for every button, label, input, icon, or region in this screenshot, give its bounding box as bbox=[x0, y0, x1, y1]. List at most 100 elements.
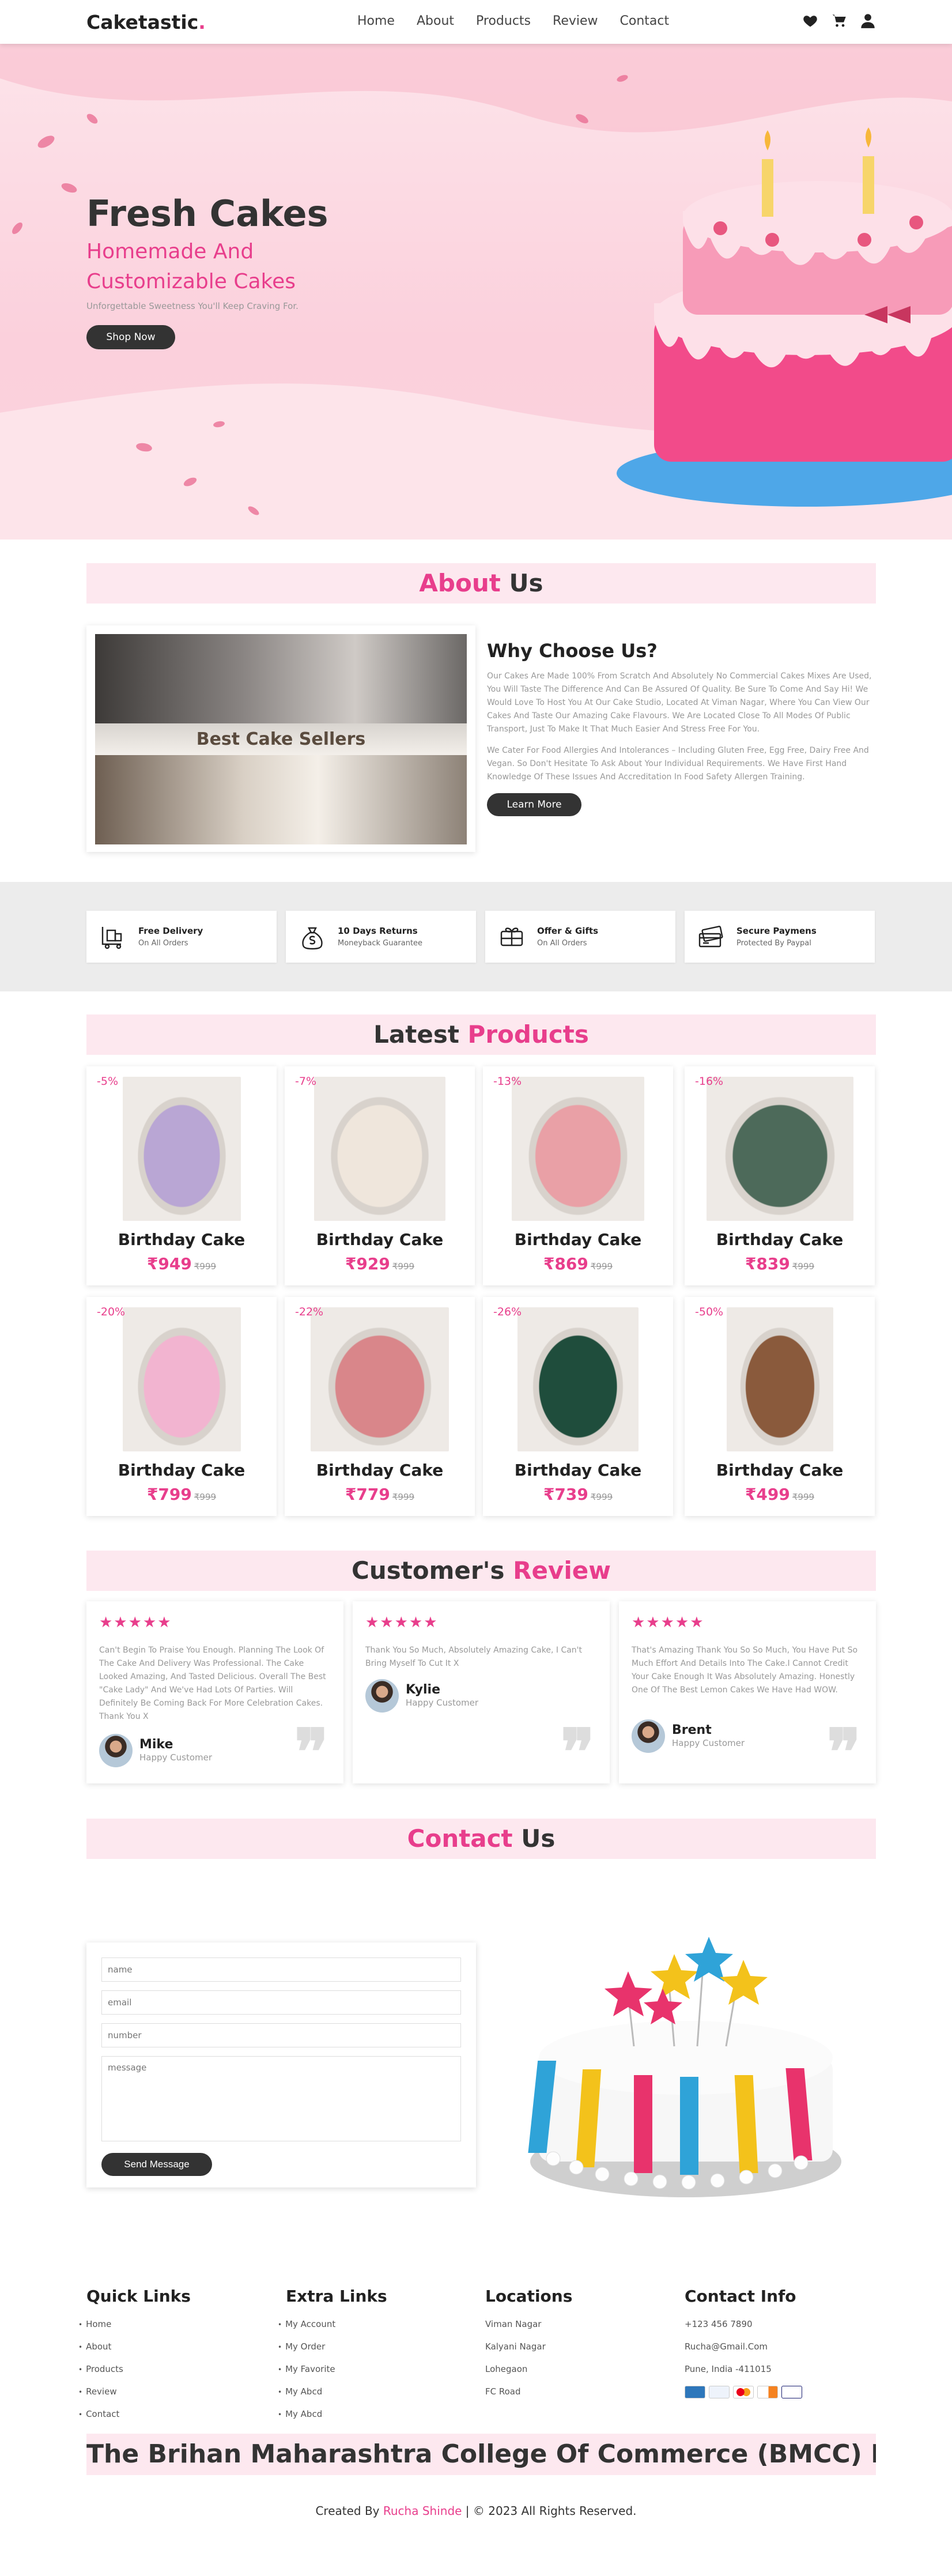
nav-review[interactable]: Review bbox=[553, 14, 598, 28]
author-link[interactable]: Rucha Shinde bbox=[383, 2504, 462, 2518]
reviewer-role: Happy Customer bbox=[406, 1698, 479, 1708]
nav-about[interactable]: About bbox=[417, 14, 454, 28]
amex-icon bbox=[685, 2386, 705, 2398]
product-price: ₹839 ₹999 bbox=[745, 1254, 815, 1273]
review-text: Thank You So Much, Absolutely Amazing Ca… bbox=[365, 1646, 583, 1668]
review-card-kylie: ★★★★★ Thank You So Much, Absolutely Amaz… bbox=[353, 1601, 610, 1784]
product-card[interactable]: -13% Birthday Cake ₹869 ₹999 bbox=[483, 1066, 673, 1285]
visa-icon bbox=[781, 2386, 802, 2398]
product-image bbox=[122, 1077, 241, 1221]
product-name: Birthday Cake bbox=[514, 1461, 642, 1480]
footer-link-home[interactable]: Home bbox=[86, 2318, 277, 2341]
reviewer-role: Happy Customer bbox=[672, 1738, 745, 1748]
product-old-price: ₹999 bbox=[194, 1492, 217, 1502]
send-message-button[interactable]: Send Message bbox=[101, 2153, 212, 2176]
footer-extra-links: Extra Links My Account My Order My Favor… bbox=[285, 2287, 476, 2431]
product-name: Birthday Cake bbox=[514, 1230, 642, 1249]
feature-subtitle: On All Orders bbox=[138, 939, 188, 948]
product-image bbox=[706, 1077, 853, 1221]
product-card[interactable]: -26% Birthday Cake ₹739 ₹999 bbox=[483, 1297, 673, 1516]
logo[interactable]: Caketastic. bbox=[86, 11, 206, 33]
discount-badge: -50% bbox=[695, 1306, 724, 1318]
about-heading: About Us bbox=[86, 563, 876, 604]
review-card-mike: ★★★★★ Can't Begin To Praise You Enough. … bbox=[86, 1601, 343, 1784]
nav-home[interactable]: Home bbox=[357, 14, 395, 28]
feature-title: Free Delivery bbox=[138, 926, 203, 936]
product-card[interactable]: -5% Birthday Cake ₹949 ₹999 bbox=[86, 1066, 277, 1285]
heart-icon[interactable] bbox=[802, 13, 818, 29]
discount-badge: -22% bbox=[295, 1306, 324, 1318]
product-name: Birthday Cake bbox=[316, 1461, 444, 1480]
discount-badge: -26% bbox=[493, 1306, 522, 1318]
footer-link-my-favorite[interactable]: My Favorite bbox=[285, 2363, 476, 2386]
product-image bbox=[726, 1307, 833, 1451]
message-field[interactable] bbox=[101, 2056, 461, 2141]
product-image bbox=[517, 1307, 639, 1451]
discount-badge: -20% bbox=[97, 1306, 126, 1318]
footer-location[interactable]: FC Road bbox=[485, 2386, 675, 2408]
star-rating-icon: ★★★★★ bbox=[99, 1614, 172, 1631]
footer-quick-links: Quick Links Home About Products Review C… bbox=[86, 2287, 277, 2431]
product-card[interactable]: -16% Birthday Cake ₹839 ₹999 bbox=[685, 1066, 875, 1285]
product-card[interactable]: -7% Birthday Cake ₹929 ₹999 bbox=[285, 1066, 475, 1285]
about-title: Why Choose Us? bbox=[487, 640, 658, 662]
product-name: Birthday Cake bbox=[716, 1461, 844, 1480]
product-price: ₹929 ₹999 bbox=[345, 1254, 415, 1273]
avatar bbox=[365, 1679, 399, 1713]
cart-icon[interactable] bbox=[831, 13, 847, 29]
learn-more-button[interactable]: Learn More bbox=[487, 793, 581, 816]
footer-column-title: Quick Links bbox=[86, 2287, 191, 2306]
number-field[interactable] bbox=[101, 2023, 461, 2047]
user-icon[interactable] bbox=[860, 13, 876, 29]
footer-link-my-abcd[interactable]: My Abcd bbox=[285, 2386, 476, 2408]
paypal-icon bbox=[709, 2386, 730, 2398]
gift-icon bbox=[500, 927, 523, 946]
product-card[interactable]: -22% Birthday Cake ₹779 ₹999 bbox=[285, 1297, 475, 1516]
review-card-brent: ★★★★★ That's Amazing Thank You So So Muc… bbox=[619, 1601, 876, 1784]
about-image-card: Best Cake Sellers bbox=[86, 625, 475, 852]
star-rating-icon: ★★★★★ bbox=[365, 1614, 439, 1631]
footer-link-contact[interactable]: Contact bbox=[86, 2408, 277, 2431]
discount-badge: -13% bbox=[493, 1075, 522, 1088]
contact-cake-image bbox=[528, 1937, 841, 2197]
review-text: That's Amazing Thank You So So Much, You… bbox=[632, 1646, 858, 1695]
name-field[interactable] bbox=[101, 1958, 461, 1982]
footer-link-review[interactable]: Review bbox=[86, 2386, 277, 2408]
product-price: ₹869 ₹999 bbox=[543, 1254, 613, 1273]
hero-subtitle: Homemade And Customizable Cakes bbox=[86, 240, 296, 293]
site-header: Caketastic. Home About Products Review C… bbox=[0, 0, 952, 44]
footer-link-my-account[interactable]: My Account bbox=[285, 2318, 476, 2341]
footer-location[interactable]: Kalyani Nagar bbox=[485, 2341, 675, 2363]
footer-link-about[interactable]: About bbox=[86, 2341, 277, 2363]
avatar bbox=[632, 1719, 665, 1753]
footer-phone[interactable]: +123 456 7890 bbox=[685, 2318, 875, 2341]
email-field[interactable] bbox=[101, 1990, 461, 2015]
nav-products[interactable]: Products bbox=[476, 14, 531, 28]
footer-link-my-order[interactable]: My Order bbox=[285, 2341, 476, 2363]
avatar bbox=[99, 1734, 133, 1767]
footer-location[interactable]: Lohegaon bbox=[485, 2363, 675, 2386]
nav-contact[interactable]: Contact bbox=[620, 14, 670, 28]
discount-badge: -16% bbox=[695, 1075, 724, 1088]
footer-column-title: Extra Links bbox=[286, 2287, 387, 2306]
product-card[interactable]: -20% Birthday Cake ₹799 ₹999 bbox=[86, 1297, 277, 1516]
footer-location[interactable]: Viman Nagar bbox=[485, 2318, 675, 2341]
mastercard-icon bbox=[733, 2386, 754, 2398]
product-image bbox=[314, 1077, 445, 1221]
footer-link-products[interactable]: Products bbox=[86, 2363, 277, 2386]
about-text: Why Choose Us? Our Cakes Are Made 100% F… bbox=[487, 640, 876, 816]
feature-subtitle: On All Orders bbox=[537, 939, 587, 948]
shop-now-button[interactable]: Shop Now bbox=[86, 325, 175, 349]
feature-free-delivery: Free Delivery On All Orders bbox=[86, 911, 277, 963]
about-paragraph-2: We Cater For Food Allergies And Intolera… bbox=[487, 746, 869, 782]
hero-tagline: Unforgettable Sweetness You'll Keep Crav… bbox=[86, 301, 299, 311]
feature-subtitle: Protected By Paypal bbox=[736, 939, 811, 948]
footer-link-my-abcd-2[interactable]: My Abcd bbox=[285, 2408, 476, 2431]
footer-email[interactable]: Rucha@Gmail.Com bbox=[685, 2341, 875, 2363]
footer-column-title: Contact Info bbox=[685, 2287, 796, 2306]
reviewer-name: Kylie bbox=[406, 1683, 440, 1697]
product-old-price: ₹999 bbox=[392, 1261, 415, 1272]
contact-form: Send Message bbox=[86, 1943, 476, 2187]
product-card[interactable]: -50% Birthday Cake ₹499 ₹999 bbox=[685, 1297, 875, 1516]
review-text: Can't Begin To Praise You Enough. Planni… bbox=[99, 1646, 326, 1721]
